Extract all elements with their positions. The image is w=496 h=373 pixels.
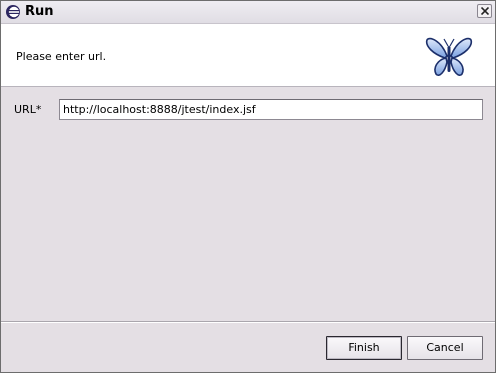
run-dialog: Run Please enter url. URL* http://localh…: [0, 0, 496, 373]
title-bar[interactable]: Run: [1, 1, 495, 24]
close-icon: [481, 7, 489, 15]
close-button[interactable]: [477, 4, 492, 18]
finish-button[interactable]: Finish: [326, 336, 402, 360]
url-label: URL*: [14, 103, 42, 116]
banner-message: Please enter url.: [16, 50, 107, 63]
butterfly-logo-icon: [425, 34, 473, 80]
dialog-banner: Please enter url.: [1, 24, 495, 87]
eclipse-icon: [5, 4, 21, 20]
url-input[interactable]: [59, 99, 483, 120]
cancel-button[interactable]: Cancel: [407, 336, 483, 360]
button-separator: [1, 321, 495, 323]
url-row: URL*: [1, 98, 495, 122]
window-title: Run: [25, 4, 54, 19]
